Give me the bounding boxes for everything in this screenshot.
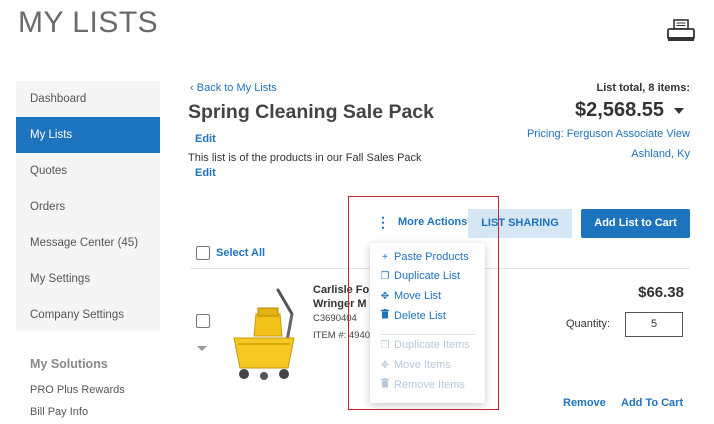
bill-pay-info-link[interactable]: Bill Pay Info	[30, 406, 88, 418]
product-image[interactable]	[226, 284, 306, 384]
sidebar-item-orders[interactable]: Orders	[16, 189, 160, 225]
product-price: $66.38	[638, 284, 684, 301]
sidebar-item-message-center[interactable]: Message Center (45)	[16, 225, 160, 261]
pricing-view-link[interactable]: Pricing: Ferguson Associate View	[527, 128, 690, 140]
sidebar-item-dashboard[interactable]: Dashboard	[16, 81, 160, 117]
remove-link[interactable]: Remove	[563, 397, 606, 409]
select-all-label[interactable]: Select All	[216, 247, 265, 259]
back-link-label: Back to My Lists	[196, 82, 277, 94]
product-checkbox[interactable]	[196, 314, 210, 328]
edit-description-link[interactable]: Edit	[195, 167, 216, 179]
sidebar-item-my-lists[interactable]: My Lists	[16, 117, 160, 153]
solutions-heading: My Solutions	[30, 357, 108, 371]
edit-name-link[interactable]: Edit	[195, 133, 216, 145]
quantity-label: Quantity:	[566, 318, 611, 330]
highlight-box	[348, 196, 499, 410]
chevron-down-icon[interactable]	[197, 346, 207, 351]
list-total-amount: $2,568.55	[575, 99, 664, 121]
print-icon[interactable]	[666, 19, 696, 43]
pro-plus-rewards-link[interactable]: PRO Plus Rewards	[30, 384, 125, 396]
add-to-cart-link[interactable]: Add To Cart	[621, 397, 683, 409]
location-link[interactable]: Ashland, Ky	[631, 148, 690, 160]
add-list-to-cart-button[interactable]: Add List to Cart	[581, 209, 690, 238]
list-name: Spring Cleaning Sale Pack	[188, 101, 434, 123]
page-title: MY LISTS	[18, 6, 159, 39]
sidebar-item-company-settings[interactable]: Company Settings	[16, 297, 160, 333]
sidebar-item-my-settings[interactable]: My Settings	[16, 261, 160, 297]
sidebar: Dashboard My Lists Quotes Orders Message…	[16, 81, 160, 331]
sidebar-item-quotes[interactable]: Quotes	[16, 153, 160, 189]
quantity-input[interactable]: 5	[625, 312, 683, 337]
list-total-toggle[interactable]: $2,568.55	[575, 99, 684, 122]
back-to-lists-link[interactable]: ‹ Back to My Lists	[190, 82, 277, 94]
chevron-down-icon	[674, 107, 684, 114]
list-description: This list is of the products in our Fall…	[188, 152, 422, 164]
list-total-label: List total, 8 items:	[596, 82, 690, 94]
select-all-checkbox[interactable]	[196, 246, 210, 260]
